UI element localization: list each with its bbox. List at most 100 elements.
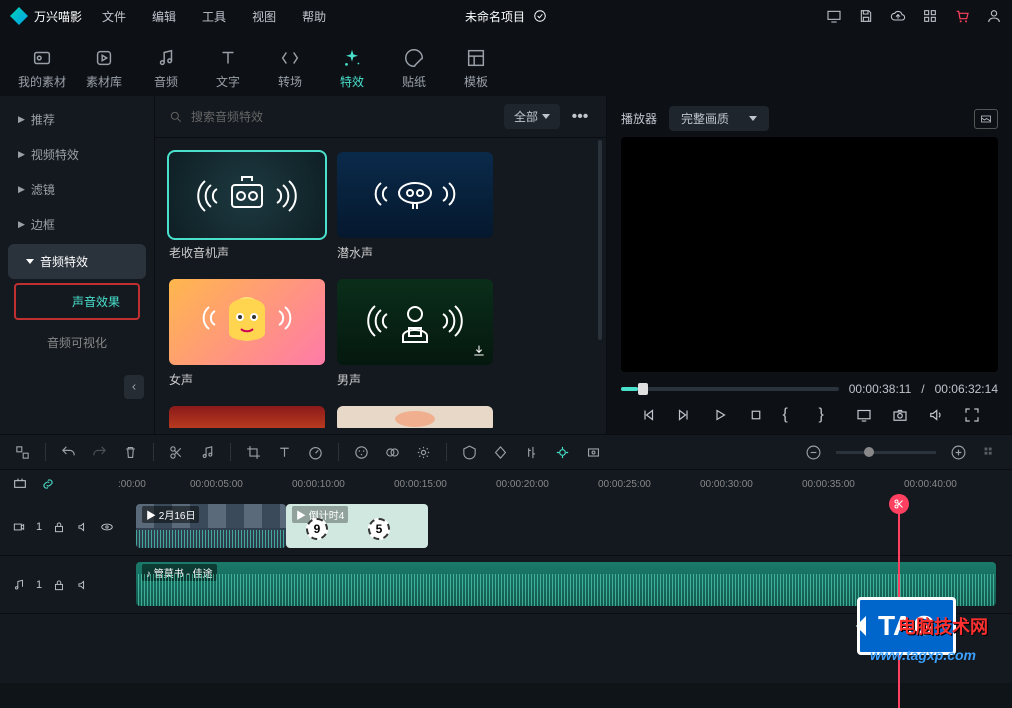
app-name: 万兴喵影	[34, 8, 82, 25]
time-ruler[interactable]: :00:00 00:00:05:00 00:00:10:00 00:00:15:…	[0, 470, 1012, 498]
menu-help[interactable]: 帮助	[302, 8, 326, 25]
tab-effects[interactable]: 特效	[322, 40, 382, 96]
tab-audio[interactable]: 音频	[136, 40, 196, 96]
zoom-in-icon[interactable]	[950, 444, 967, 461]
sidebar-collapse-button[interactable]	[124, 375, 144, 399]
sidebar-border[interactable]: ▶边框	[0, 207, 154, 242]
mark-in-button[interactable]: {	[783, 406, 801, 424]
sidebar-filter[interactable]: ▶滤镜	[0, 172, 154, 207]
audio-adjust-icon[interactable]	[523, 444, 540, 461]
cart-icon[interactable]	[954, 8, 970, 24]
effect-card-female-voice[interactable]: 女声	[169, 279, 325, 388]
redo-icon[interactable]	[91, 444, 108, 461]
zoom-select-icon[interactable]	[585, 444, 602, 461]
video-clip-1[interactable]: ▶ 2月16日	[136, 504, 286, 548]
export-frame-icon[interactable]	[14, 444, 31, 461]
radio-waves-icon	[187, 165, 307, 225]
sidebar-audio-visualization[interactable]: 音频可视化	[0, 324, 154, 361]
camera-button[interactable]	[891, 406, 909, 424]
tab-stickers[interactable]: 贴纸	[384, 40, 444, 96]
menu-edit[interactable]: 编辑	[152, 8, 176, 25]
play-button[interactable]	[711, 406, 729, 424]
quality-dropdown[interactable]: 完整画质	[669, 106, 769, 131]
zoom-out-icon[interactable]	[805, 444, 822, 461]
stop-button[interactable]	[747, 406, 765, 424]
preview-panel: 播放器 完整画质 00:00:38:11 / 00:06:32:14 { }	[607, 96, 1012, 434]
keyframe-icon[interactable]	[492, 444, 509, 461]
lock-icon[interactable]	[52, 578, 66, 592]
effects-sidebar: ▶推荐 ▶视频特效 ▶滤镜 ▶边框 音频特效 声音效果 音频可视化	[0, 96, 155, 434]
audio-track-head: 1	[0, 556, 118, 613]
app-logo: 万兴喵影	[10, 7, 82, 25]
video-clip-2[interactable]: ▶ 倒计时4 95	[286, 504, 428, 548]
menu-file[interactable]: 文件	[102, 8, 126, 25]
mask-icon[interactable]	[461, 444, 478, 461]
lock-icon[interactable]	[52, 520, 66, 534]
search-box[interactable]: 搜索音频特效	[169, 108, 496, 125]
chevron-down-icon	[542, 114, 550, 119]
text-icon[interactable]	[276, 444, 293, 461]
display-mode-button[interactable]	[855, 406, 873, 424]
screen-icon[interactable]	[826, 8, 842, 24]
undo-icon[interactable]	[60, 444, 77, 461]
effect-card-partial-2[interactable]	[337, 406, 493, 428]
menu-view[interactable]: 视图	[252, 8, 276, 25]
apps-icon[interactable]	[922, 8, 938, 24]
marker-icon[interactable]	[554, 444, 571, 461]
view-mode-icon[interactable]	[981, 444, 998, 461]
menu-tool[interactable]: 工具	[202, 8, 226, 25]
more-button[interactable]: •••	[568, 108, 592, 126]
split-icon[interactable]	[168, 444, 185, 461]
preview-label: 播放器	[621, 110, 657, 127]
video-preview[interactable]	[621, 137, 998, 372]
download-icon[interactable]	[471, 343, 487, 359]
video-track: 1 ▶ 2月16日 ▶ 倒计时4 95	[0, 498, 1012, 556]
filter-dropdown[interactable]: 全部	[504, 104, 560, 129]
progress-slider[interactable]	[621, 387, 839, 391]
delete-icon[interactable]	[122, 444, 139, 461]
next-frame-button[interactable]	[675, 406, 693, 424]
title-bar: 万兴喵影 文件 编辑 工具 视图 帮助 未命名项目	[0, 0, 1012, 32]
scrollbar[interactable]	[598, 140, 602, 340]
visibility-icon[interactable]	[100, 520, 114, 534]
effect-card-underwater[interactable]: 潜水声	[337, 152, 493, 261]
scissors-icon[interactable]	[889, 494, 909, 514]
effect-card-old-radio[interactable]: 老收音机声	[169, 152, 325, 261]
sidebar-video-fx[interactable]: ▶视频特效	[0, 137, 154, 172]
tab-templates[interactable]: 模板	[446, 40, 506, 96]
snapshot-button[interactable]	[974, 109, 998, 129]
track-index: 1	[36, 579, 42, 591]
save-icon[interactable]	[858, 8, 874, 24]
effect-card-partial-1[interactable]	[169, 406, 325, 428]
tab-my-assets[interactable]: 我的素材	[12, 40, 72, 96]
zoom-slider[interactable]	[836, 451, 936, 454]
mute-icon[interactable]	[76, 578, 90, 592]
tab-library[interactable]: 素材库	[74, 40, 134, 96]
user-icon[interactable]	[986, 8, 1002, 24]
tab-transition[interactable]: 转场	[260, 40, 320, 96]
sidebar-sound-effect[interactable]: 声音效果	[14, 283, 140, 320]
music-icon[interactable]	[199, 444, 216, 461]
sidebar-audio-fx[interactable]: 音频特效	[8, 244, 146, 279]
card-label: 潜水声	[337, 244, 493, 261]
saved-check-icon	[533, 9, 547, 23]
card-label: 老收音机声	[169, 244, 325, 261]
motion-icon[interactable]	[415, 444, 432, 461]
color-icon[interactable]	[353, 444, 370, 461]
volume-button[interactable]	[927, 406, 945, 424]
fullscreen-button[interactable]	[963, 406, 981, 424]
sidebar-recommend[interactable]: ▶推荐	[0, 102, 154, 137]
tab-text[interactable]: 文字	[198, 40, 258, 96]
watermark-site: 电脑技术网	[898, 613, 988, 639]
cloud-upload-icon[interactable]	[890, 8, 906, 24]
crop-icon[interactable]	[245, 444, 262, 461]
track-index: 1	[36, 521, 42, 533]
prev-frame-button[interactable]	[639, 406, 657, 424]
chroma-icon[interactable]	[384, 444, 401, 461]
watermark-url: www.tagxp.com	[870, 647, 976, 663]
mute-icon[interactable]	[76, 520, 90, 534]
mark-out-button[interactable]: }	[819, 406, 837, 424]
video-track-icon	[12, 520, 26, 534]
effect-card-male-voice[interactable]: 男声	[337, 279, 493, 388]
speed-icon[interactable]	[307, 444, 324, 461]
